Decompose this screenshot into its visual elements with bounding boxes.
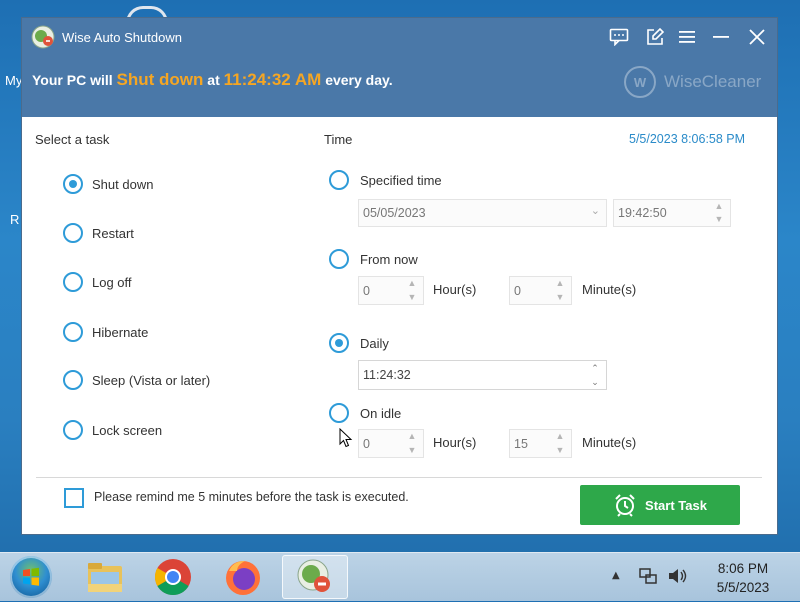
banner-suffix: every day. xyxy=(325,72,393,88)
edit-icon xyxy=(647,27,665,45)
menu-button[interactable] xyxy=(676,26,698,48)
schedule-banner: Your PC will Shut down at 11:24:32 AM ev… xyxy=(32,70,393,90)
radio-daily[interactable] xyxy=(329,333,349,353)
banner-prefix: Your PC will xyxy=(32,72,113,88)
spin-down-icon[interactable]: ⌄ xyxy=(584,375,606,389)
banner-time: 11:24:32 AM xyxy=(223,70,322,89)
specified-date-dropdown[interactable]: 05/05/2023 ⌄ xyxy=(358,199,607,227)
on-idle-minutes-unit: Minute(s) xyxy=(582,435,637,450)
folder-icon xyxy=(88,563,122,592)
taskbar: ▲ 8:06 PM 5/5/2023 xyxy=(0,552,800,601)
task-label-lock-screen[interactable]: Lock screen xyxy=(92,423,162,438)
radio-specified-time[interactable] xyxy=(329,170,349,190)
spin-down-icon[interactable]: ▼ xyxy=(549,291,571,305)
daily-time-spinner[interactable]: 11:24:32 ⌃ ⌄ xyxy=(358,360,607,390)
feedback-button[interactable] xyxy=(608,26,630,48)
daily-label[interactable]: Daily xyxy=(360,336,389,351)
radio-restart[interactable] xyxy=(63,223,83,243)
feedback-icon xyxy=(609,28,629,46)
taskbar-file-explorer[interactable] xyxy=(75,555,135,599)
radio-shut-down[interactable] xyxy=(63,174,83,194)
current-datetime: 5/5/2023 8:06:58 PM xyxy=(629,132,746,146)
taskbar-wise-auto-shutdown[interactable] xyxy=(282,555,348,599)
chrome-icon xyxy=(154,559,191,596)
wisecleaner-brand: W WiseCleaner xyxy=(624,66,761,98)
radio-lock-screen[interactable] xyxy=(63,420,83,440)
chevron-down-icon: ⌄ xyxy=(590,205,600,217)
minimize-button[interactable] xyxy=(710,26,732,48)
task-label-shut-down[interactable]: Shut down xyxy=(92,177,153,192)
select-task-heading: Select a task xyxy=(35,132,110,147)
daily-time-value: 11:24:32 xyxy=(363,368,411,382)
mouse-cursor-icon xyxy=(339,428,353,448)
window-title: Wise Auto Shutdown xyxy=(62,30,182,45)
volume-icon[interactable] xyxy=(667,566,689,586)
app-logo-icon xyxy=(31,25,55,49)
windows-logo-icon xyxy=(23,567,39,586)
from-now-minutes-unit: Minute(s) xyxy=(582,282,637,297)
on-idle-minutes-spinner[interactable]: 15 ▲ ▼ xyxy=(509,429,572,458)
app-window: Wise Auto Shutdown Your PC will Shut dow… xyxy=(22,18,777,534)
radio-log-off[interactable] xyxy=(63,272,83,292)
firefox-icon xyxy=(226,561,260,595)
title-bar: Wise Auto Shutdown Your PC will Shut dow… xyxy=(22,18,777,117)
clock-time: 8:06 PM xyxy=(717,561,769,576)
banner-action: Shut down xyxy=(116,70,204,89)
close-icon xyxy=(749,29,765,45)
spin-down-icon[interactable]: ▼ xyxy=(708,213,730,226)
start-button[interactable] xyxy=(10,556,52,598)
spin-down-icon[interactable]: ▼ xyxy=(401,291,423,305)
brand-name: WiseCleaner xyxy=(664,72,762,91)
minimize-icon xyxy=(713,36,729,38)
remind-label[interactable]: Please remind me 5 minutes before the ta… xyxy=(94,490,409,504)
clock-date: 5/5/2023 xyxy=(716,580,770,595)
specified-time-spinner[interactable]: 19:42:50 ▲ ▼ xyxy=(613,199,731,227)
from-now-hours-unit: Hour(s) xyxy=(433,282,477,297)
from-now-label[interactable]: From now xyxy=(360,252,418,267)
alarm-clock-icon xyxy=(615,494,635,517)
radio-sleep[interactable] xyxy=(63,370,83,390)
spin-up-icon[interactable]: ▲ xyxy=(401,430,423,444)
wise-auto-shutdown-icon xyxy=(297,559,330,592)
remind-checkbox[interactable] xyxy=(64,488,84,508)
radio-hibernate[interactable] xyxy=(63,322,83,342)
footer-divider xyxy=(36,477,762,478)
specified-date-value: 05/05/2023 xyxy=(363,206,426,220)
spin-down-icon[interactable]: ▼ xyxy=(401,444,423,458)
from-now-minutes-spinner[interactable]: 0 ▲ ▼ xyxy=(509,276,572,305)
start-task-button[interactable]: Start Task xyxy=(580,485,740,525)
specified-time-label[interactable]: Specified time xyxy=(360,173,442,188)
task-label-log-off[interactable]: Log off xyxy=(92,275,132,290)
network-icon[interactable] xyxy=(638,566,658,586)
edit-button[interactable] xyxy=(644,26,666,48)
spin-up-icon[interactable]: ▲ xyxy=(401,277,423,291)
banner-at: at xyxy=(207,72,220,88)
task-label-sleep[interactable]: Sleep (Vista or later) xyxy=(92,373,210,388)
menu-icon xyxy=(679,31,695,43)
show-hidden-icons-icon[interactable]: ▲ xyxy=(612,570,620,581)
time-heading: Time xyxy=(324,132,353,147)
spin-up-icon[interactable]: ⌃ xyxy=(584,361,606,375)
wisecleaner-logo-icon: W xyxy=(624,66,656,98)
desktop-label-my: My xyxy=(5,73,23,88)
spin-up-icon[interactable]: ▲ xyxy=(549,430,571,444)
close-button[interactable] xyxy=(746,26,768,48)
from-now-hours-spinner[interactable]: 0 ▲ ▼ xyxy=(358,276,424,305)
spin-up-icon[interactable]: ▲ xyxy=(708,200,730,213)
spin-up-icon[interactable]: ▲ xyxy=(549,277,571,291)
start-task-label: Start Task xyxy=(645,497,707,513)
taskbar-chrome[interactable] xyxy=(143,555,203,599)
task-label-hibernate[interactable]: Hibernate xyxy=(92,325,148,340)
on-idle-label[interactable]: On idle xyxy=(360,406,401,421)
taskbar-firefox[interactable] xyxy=(213,555,273,599)
on-idle-hours-spinner[interactable]: 0 ▲ ▼ xyxy=(358,429,424,458)
radio-from-now[interactable] xyxy=(329,249,349,269)
spin-down-icon[interactable]: ▼ xyxy=(549,444,571,458)
task-label-restart[interactable]: Restart xyxy=(92,226,134,241)
on-idle-hours-unit: Hour(s) xyxy=(433,435,477,450)
desktop-label-r: R xyxy=(10,212,20,227)
taskbar-clock[interactable]: 8:06 PM 5/5/2023 xyxy=(708,559,778,597)
radio-on-idle[interactable] xyxy=(329,403,349,423)
